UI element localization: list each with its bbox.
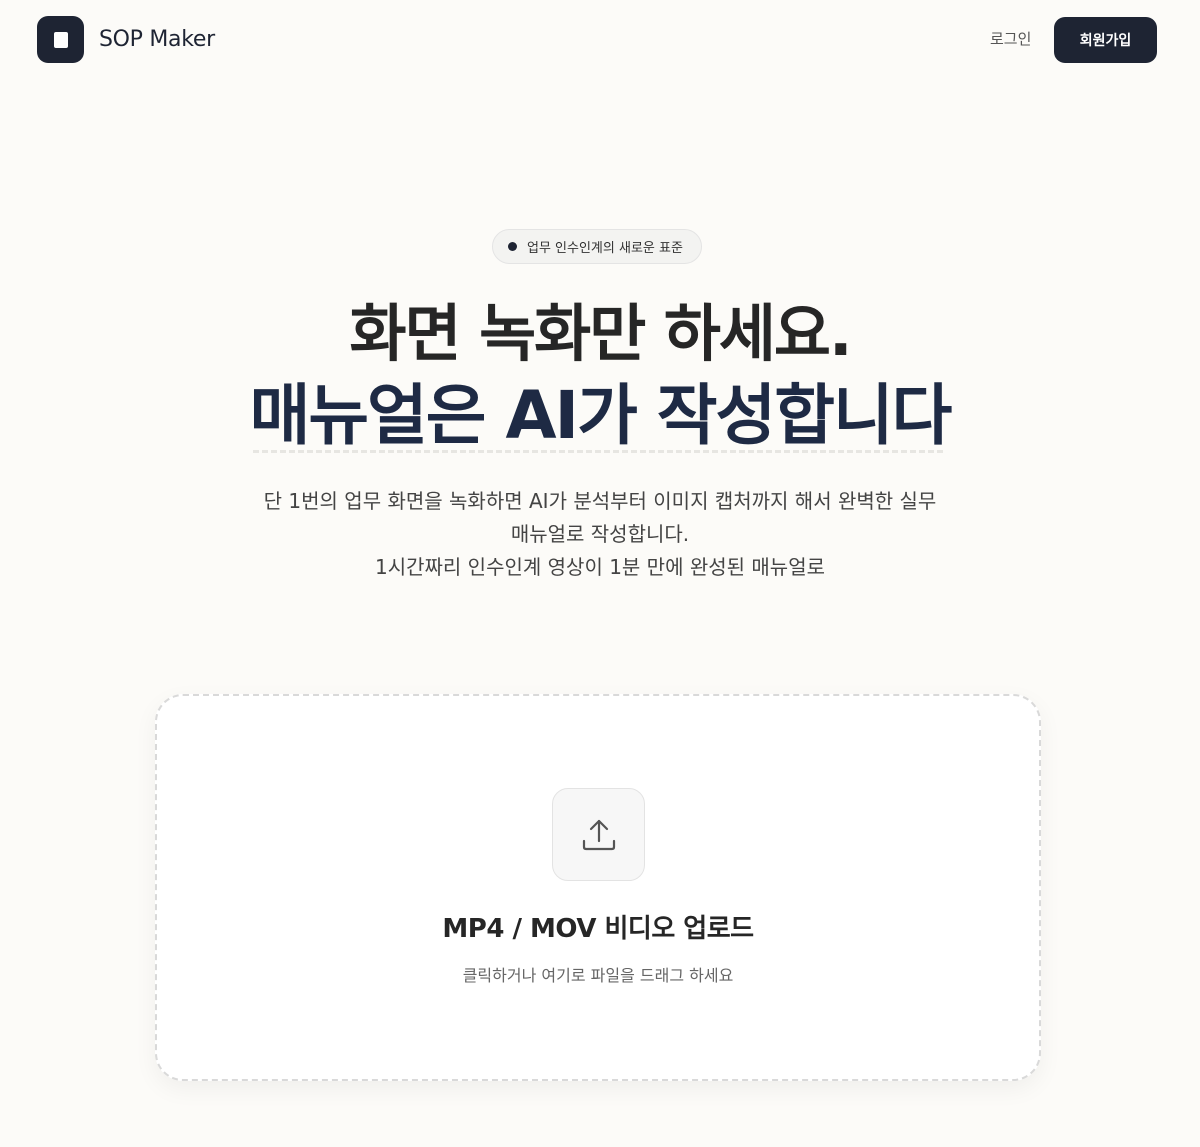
- hero-badge: 업무 인수인계의 새로운 표준: [492, 229, 702, 264]
- login-link[interactable]: 로그인: [990, 28, 1031, 49]
- upload-icon: [552, 788, 645, 881]
- logo-icon: [37, 16, 84, 63]
- signup-button[interactable]: 회원가입: [1054, 17, 1157, 63]
- headline-underline: [253, 445, 943, 453]
- video-upload-dropzone[interactable]: MP4 / MOV 비디오 업로드 클릭하거나 여기로 파일을 드래그 하세요: [155, 694, 1041, 1081]
- upload-instructions: 클릭하거나 여기로 파일을 드래그 하세요: [462, 966, 734, 985]
- headline-line-2: 매뉴얼은 AI가 작성합니다: [249, 377, 953, 454]
- headline-line-1: 화면 녹화만 하세요.: [349, 297, 852, 370]
- badge-text: 업무 인수인계의 새로운 표준: [527, 241, 683, 256]
- upload-title: MP4 / MOV 비디오 업로드: [442, 914, 754, 944]
- hero-description-line-3: 1시간짜리 인수인계 영상이 1분 만에 완성된 매뉴얼로: [375, 555, 825, 579]
- logo-text: SOP Maker: [99, 27, 215, 52]
- hero-description-line-2: 매뉴얼로 작성합니다.: [510, 522, 690, 546]
- top-navigation: SOP Maker 로그인 회원가입: [0, 0, 1200, 80]
- logo-link[interactable]: SOP Maker: [37, 16, 215, 63]
- hero-description-line-1: 단 1번의 업무 화면을 녹화하면 AI가 분석부터 이미지 캡처까지 해서 완…: [263, 489, 937, 513]
- badge-dot-icon: [508, 242, 517, 251]
